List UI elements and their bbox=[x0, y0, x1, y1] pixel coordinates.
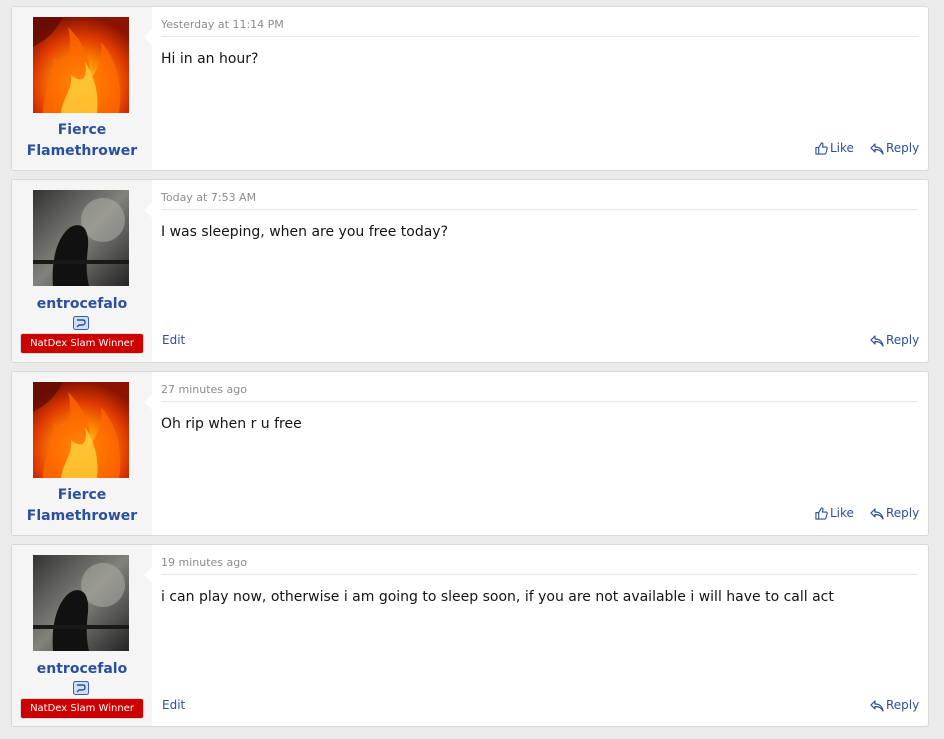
thumbs-up-icon bbox=[815, 142, 828, 155]
reply-label: Reply bbox=[886, 698, 920, 712]
post: Fierce Flamethrower Yesterday at 11:14 P… bbox=[11, 6, 929, 171]
dark-figure-avatar-icon bbox=[33, 190, 129, 286]
post-timestamp[interactable]: 27 minutes ago bbox=[161, 383, 247, 397]
user-banner: NatDex Slam Winner bbox=[21, 699, 143, 718]
username-link[interactable]: entrocefalo bbox=[12, 659, 152, 680]
message-arrow bbox=[144, 202, 152, 218]
user-cell: entrocefalo NatDex Slam Winner bbox=[12, 545, 152, 726]
avatar[interactable] bbox=[33, 555, 129, 651]
username-line1: entrocefalo bbox=[36, 296, 128, 312]
username-line2: Flamethrower bbox=[26, 143, 138, 159]
username-link[interactable]: Fierce Flamethrower bbox=[12, 120, 152, 162]
flame-avatar-icon bbox=[33, 17, 129, 113]
message-arrow bbox=[144, 394, 152, 410]
reply-label: Reply bbox=[886, 506, 920, 520]
message-body: Oh rip when r u free bbox=[161, 416, 302, 432]
message-arrow bbox=[144, 567, 152, 583]
dark-figure-avatar-icon bbox=[33, 555, 129, 651]
username-line1: entrocefalo bbox=[36, 661, 128, 677]
username-link[interactable]: entrocefalo bbox=[12, 294, 152, 315]
reply-button[interactable]: Reply bbox=[870, 332, 919, 348]
reply-arrow-icon bbox=[870, 700, 884, 712]
user-cell: entrocefalo NatDex Slam Winner bbox=[12, 180, 152, 362]
reply-button[interactable]: Reply bbox=[870, 140, 919, 156]
post: entrocefalo NatDex Slam Winner 19 minute… bbox=[11, 544, 929, 727]
message-arrow bbox=[144, 29, 152, 45]
reply-label: Reply bbox=[886, 333, 920, 347]
user-banner: NatDex Slam Winner bbox=[21, 334, 143, 353]
reply-arrow-icon bbox=[870, 508, 884, 520]
like-button[interactable]: Like bbox=[815, 505, 854, 521]
divider bbox=[161, 36, 918, 37]
edit-button[interactable]: Edit bbox=[162, 697, 185, 713]
message-body: Hi in an hour? bbox=[161, 51, 259, 67]
divider bbox=[161, 401, 918, 402]
message-body: I was sleeping, when are you free today? bbox=[161, 224, 449, 240]
like-button[interactable]: Like bbox=[815, 140, 854, 156]
message-body: i can play now, otherwise i am going to … bbox=[161, 589, 834, 605]
reply-arrow-icon bbox=[870, 335, 884, 347]
avatar[interactable] bbox=[33, 190, 129, 286]
username-line2: Flamethrower bbox=[26, 508, 138, 524]
divider bbox=[161, 209, 918, 210]
reply-label: Reply bbox=[886, 141, 920, 155]
avatar[interactable] bbox=[33, 17, 129, 113]
avatar[interactable] bbox=[33, 382, 129, 478]
post: entrocefalo NatDex Slam Winner Today at … bbox=[11, 179, 929, 363]
username-line1: Fierce bbox=[57, 487, 107, 503]
post-timestamp[interactable]: Today at 7:53 AM bbox=[161, 191, 256, 205]
username-line1: Fierce bbox=[57, 122, 107, 138]
post-timestamp[interactable]: 19 minutes ago bbox=[161, 556, 247, 570]
flame-avatar-icon bbox=[33, 382, 129, 478]
edit-button[interactable]: Edit bbox=[162, 332, 185, 348]
reply-button[interactable]: Reply bbox=[870, 697, 919, 713]
like-label: Like bbox=[830, 141, 854, 155]
post-timestamp[interactable]: Yesterday at 11:14 PM bbox=[161, 18, 284, 32]
username-link[interactable]: Fierce Flamethrower bbox=[12, 485, 152, 527]
reply-button[interactable]: Reply bbox=[870, 505, 919, 521]
like-label: Like bbox=[830, 506, 854, 520]
thumbs-up-icon bbox=[815, 507, 828, 520]
post: Fierce Flamethrower 27 minutes ago Oh ri… bbox=[11, 371, 929, 536]
user-cell: Fierce Flamethrower bbox=[12, 372, 152, 535]
trophy-badge-icon bbox=[73, 681, 89, 695]
trophy-badge-icon bbox=[73, 316, 89, 330]
divider bbox=[161, 574, 918, 575]
reply-arrow-icon bbox=[870, 143, 884, 155]
user-cell: Fierce Flamethrower bbox=[12, 7, 152, 170]
